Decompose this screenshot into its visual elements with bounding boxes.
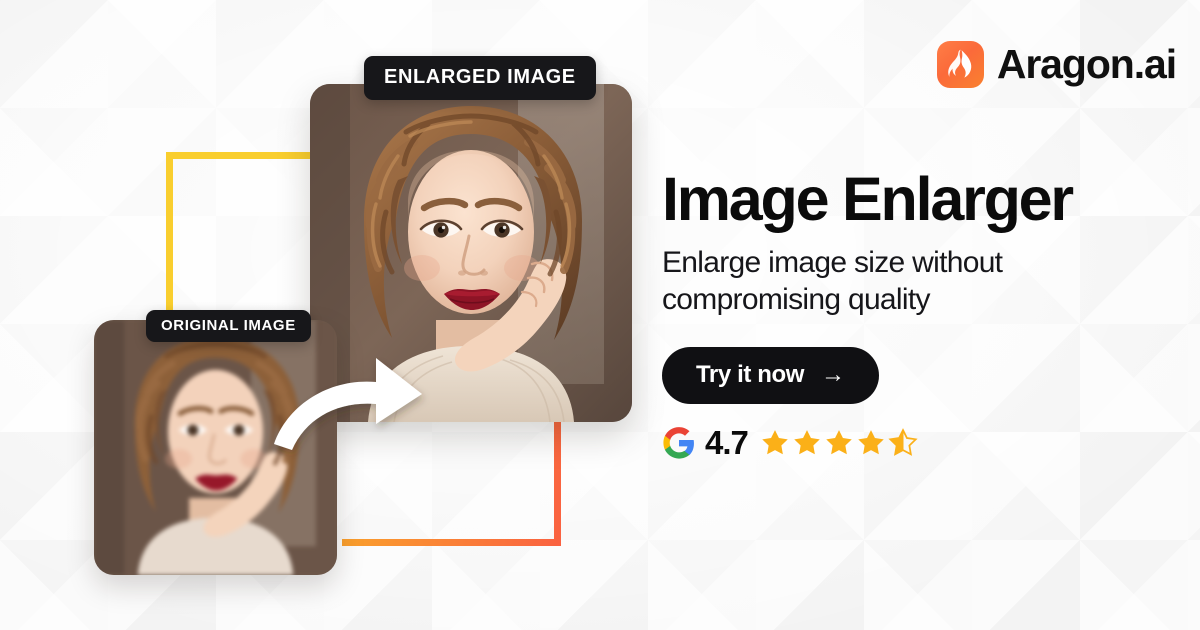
star-icon-4 bbox=[858, 429, 884, 454]
hero-copy: Image Enlarger Enlarge image size withou… bbox=[662, 165, 1182, 460]
original-image-card[interactable] bbox=[94, 320, 337, 575]
hero-banner: ENLARGED IMAGE ORIGINAL IMAGE Aragon.ai … bbox=[0, 0, 1200, 630]
flame-icon bbox=[936, 41, 984, 88]
star-icon-5-half bbox=[888, 427, 918, 456]
google-g-icon bbox=[663, 426, 694, 459]
star-icon-1 bbox=[762, 429, 788, 454]
arrow-right-icon: → bbox=[821, 360, 845, 388]
star-rating bbox=[759, 427, 919, 459]
try-it-now-button[interactable]: Try it now → bbox=[662, 346, 879, 404]
try-it-now-label: Try it now bbox=[696, 360, 805, 388]
star-icon-3 bbox=[826, 429, 852, 454]
brand-logo[interactable]: Aragon.ai bbox=[936, 41, 1177, 88]
original-portrait-photo bbox=[94, 320, 337, 575]
rating-score: 4.7 bbox=[705, 424, 749, 462]
enlarged-image-card[interactable] bbox=[310, 84, 632, 422]
star-icon-2 bbox=[794, 429, 820, 454]
brand-name: Aragon.ai bbox=[996, 41, 1177, 87]
original-image-badge-label: ORIGINAL IMAGE bbox=[161, 317, 296, 334]
google-rating: 4.7 bbox=[662, 426, 1182, 460]
enlarged-portrait-photo bbox=[310, 84, 632, 422]
hero-subtitle: Enlarge image size without compromising … bbox=[662, 246, 1003, 317]
original-image-badge: ORIGINAL IMAGE bbox=[146, 310, 311, 342]
enlarged-image-badge-label: ENLARGED IMAGE bbox=[384, 66, 576, 88]
enlarged-image-badge: ENLARGED IMAGE bbox=[364, 56, 596, 100]
page-title: Image Enlarger bbox=[662, 165, 1074, 233]
